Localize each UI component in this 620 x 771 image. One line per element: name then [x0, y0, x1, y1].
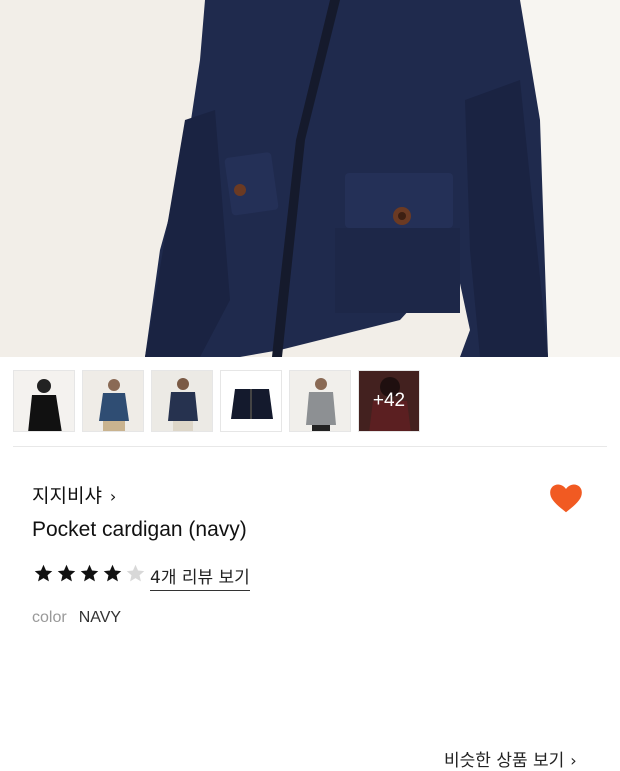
option-value: NAVY — [78, 609, 122, 626]
star-filled-icon — [57, 564, 76, 582]
star-filled-icon — [80, 564, 99, 582]
more-count-label: +42 — [372, 390, 406, 411]
color-option: color NAVY — [32, 607, 121, 627]
brand-name: 지지비샤 — [32, 485, 102, 507]
thumbnail-2[interactable] — [82, 370, 144, 432]
heart-icon[interactable] — [547, 479, 585, 517]
thumbnail-1[interactable] — [13, 370, 75, 432]
chevron-right-icon: › — [570, 751, 577, 770]
similar-products-link[interactable]: 비슷한 상품 보기 › — [444, 746, 577, 771]
chevron-right-icon: › — [109, 487, 117, 506]
thumbnail-4[interactable] — [220, 370, 282, 432]
brand-link[interactable]: 지지비샤 › — [32, 481, 116, 508]
star-empty-icon — [126, 564, 145, 582]
thumbnail-strip: +42 비슷한 상품 보기 › — [0, 357, 620, 771]
star-filled-icon — [34, 564, 53, 582]
product-title: Pocket cardigan (navy) — [32, 518, 247, 541]
thumbnail-5[interactable] — [289, 370, 351, 432]
star-rating — [33, 563, 146, 585]
reviews-link[interactable]: 4개 리뷰 보기 — [150, 563, 250, 591]
thumbnail-3[interactable] — [151, 370, 213, 432]
similar-products-label: 비슷한 상품 보기 — [444, 751, 565, 771]
product-hero-image[interactable] — [0, 0, 620, 357]
divider — [13, 446, 607, 447]
more-thumbnails-button[interactable]: +42 — [358, 370, 420, 432]
option-label: color — [32, 609, 67, 626]
star-filled-icon — [103, 564, 122, 582]
